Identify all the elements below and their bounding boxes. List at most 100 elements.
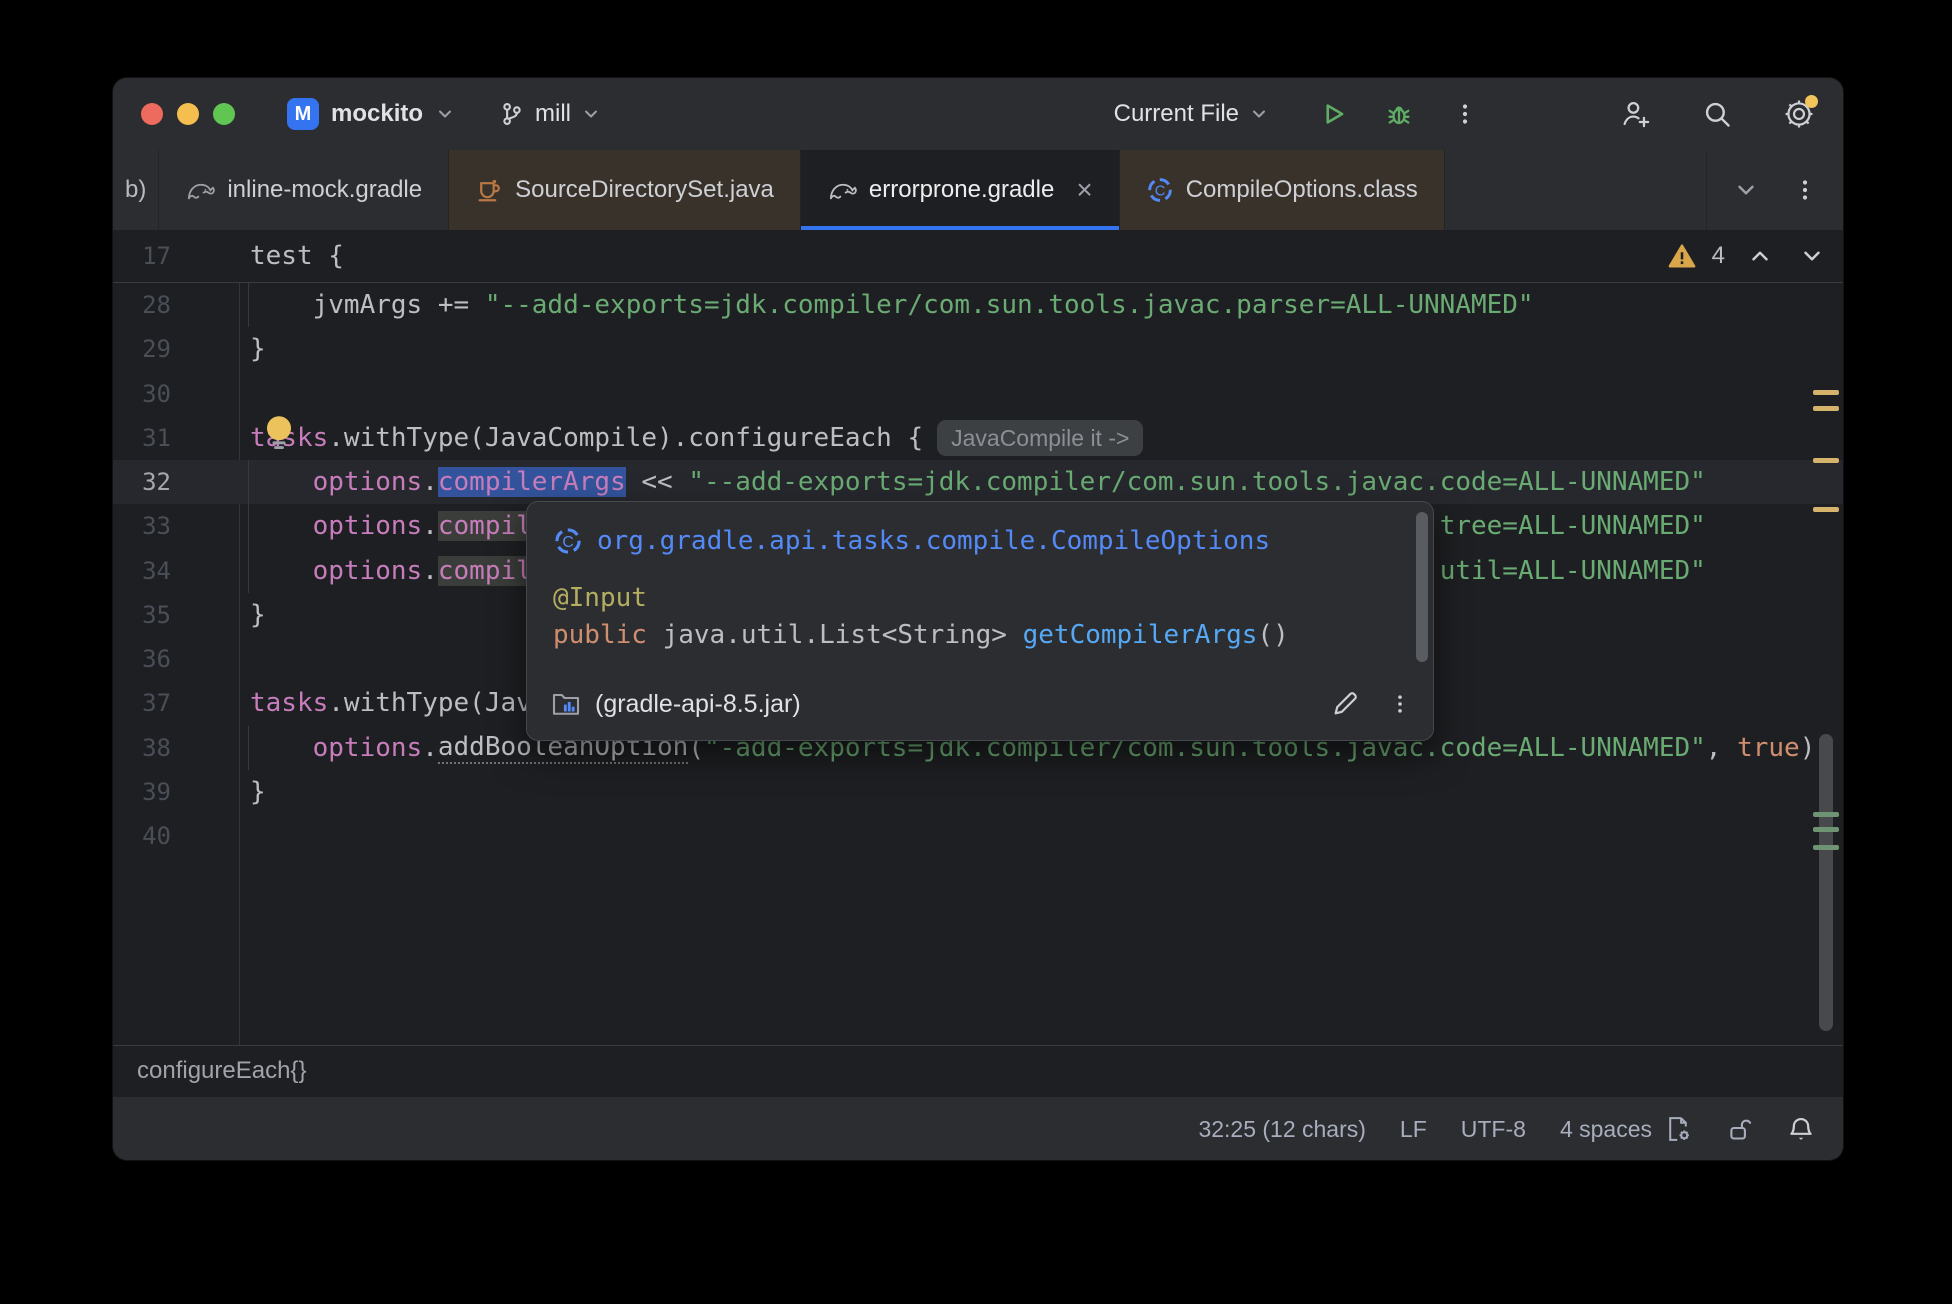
tab-sourcedirectoryset-java[interactable]: SourceDirectorySet.java <box>449 150 801 230</box>
line-number[interactable]: 40 <box>113 822 239 850</box>
warning-count: 4 <box>1712 242 1725 270</box>
close-window-button[interactable] <box>141 103 163 125</box>
git-branch-icon <box>499 101 525 127</box>
code-line[interactable]: 40 <box>113 814 1843 858</box>
code-text <box>239 372 250 416</box>
jar-source-label: (gradle-api-8.5.jar) <box>595 690 801 719</box>
settings-button[interactable] <box>1779 94 1819 134</box>
next-problem-chevron-down-icon[interactable] <box>1799 243 1825 269</box>
code-segment: compilerArgs <box>438 467 626 497</box>
tab-label: SourceDirectorySet.java <box>515 176 774 204</box>
minimize-window-button[interactable] <box>177 103 199 125</box>
project-widget[interactable]: M mockito <box>287 98 455 130</box>
code-with-me-button[interactable] <box>1615 94 1655 134</box>
tab-compileoptions-class[interactable]: C CompileOptions.class <box>1120 150 1445 230</box>
more-actions-button[interactable] <box>1445 94 1485 134</box>
caret-position[interactable]: 32:25 (12 chars) <box>1198 1116 1365 1143</box>
close-tab-icon[interactable]: × <box>1076 180 1092 200</box>
titlebar-right: Current File <box>1114 94 1819 134</box>
class-fqn[interactable]: org.gradle.api.tasks.compile.CompileOpti… <box>597 526 1270 556</box>
tab-label: inline-mock.gradle <box>227 176 422 204</box>
kebab-menu-icon <box>1453 102 1477 126</box>
code-line[interactable]: 39} <box>113 770 1843 814</box>
tab-errorprone-gradle[interactable]: errorprone.gradle × <box>801 150 1120 230</box>
popup-scrollbar[interactable] <box>1416 512 1428 662</box>
code-text: options.compilerArgs << "--add-exports=j… <box>239 460 1706 504</box>
line-number[interactable]: 17 <box>113 242 239 270</box>
intention-lightbulb-icon[interactable] <box>263 414 295 452</box>
change-stripe-mark[interactable] <box>1813 845 1839 850</box>
file-encoding[interactable]: UTF-8 <box>1461 1116 1526 1143</box>
chevron-down-icon <box>581 104 601 124</box>
sticky-code-line[interactable]: 17test { <box>113 230 1843 282</box>
bug-icon <box>1385 100 1413 128</box>
line-number[interactable]: 37 <box>113 689 239 717</box>
run-button[interactable] <box>1313 94 1353 134</box>
code-segment: options <box>313 467 423 497</box>
popup-kebab-menu-icon[interactable] <box>1389 693 1411 715</box>
run-configuration-selector[interactable]: Current File <box>1114 100 1269 128</box>
breadcrumb[interactable]: configureEach{} <box>137 1057 306 1085</box>
tab-truncated[interactable]: b) <box>113 150 159 230</box>
line-separator[interactable]: LF <box>1400 1116 1427 1143</box>
sticky-line[interactable]: 17test { 4 <box>113 230 1843 283</box>
tab-options-kebab-icon[interactable] <box>1793 178 1817 202</box>
code-segment: true <box>1737 733 1800 763</box>
code-line[interactable]: 29} <box>113 327 1843 371</box>
code-line[interactable]: 30 <box>113 372 1843 416</box>
line-number[interactable]: 39 <box>113 778 239 806</box>
lock-open-icon[interactable] <box>1726 1116 1753 1143</box>
tab-label: CompileOptions.class <box>1186 176 1418 204</box>
indent-style[interactable]: 4 spaces <box>1560 1116 1652 1143</box>
popup-footer: (gradle-api-8.5.jar) <box>551 678 1411 730</box>
line-number[interactable]: 34 <box>113 557 239 585</box>
project-name: mockito <box>331 100 423 128</box>
code-segment: .withType(JavaCompile).configureEach { <box>328 423 923 453</box>
warning-stripe-mark[interactable] <box>1813 458 1839 463</box>
line-number[interactable]: 31 <box>113 424 239 452</box>
line-number[interactable]: 28 <box>113 291 239 319</box>
inspections-widget[interactable]: 4 <box>1668 230 1825 282</box>
search-everywhere-button[interactable] <box>1697 94 1737 134</box>
code-segment: , <box>1706 733 1737 763</box>
previous-problem-chevron-up-icon[interactable] <box>1747 243 1773 269</box>
class-icon: C <box>1146 176 1174 204</box>
line-number[interactable]: 35 <box>113 601 239 629</box>
warning-stripe-mark[interactable] <box>1813 507 1839 512</box>
java-icon <box>475 176 503 204</box>
code-line[interactable]: 32 options.compilerArgs << "--add-export… <box>113 460 1843 504</box>
code-segment <box>250 556 313 586</box>
method-signature: public java.util.List<String> getCompile… <box>553 616 1405 654</box>
line-number[interactable]: 36 <box>113 645 239 673</box>
zoom-window-button[interactable] <box>213 103 235 125</box>
line-number[interactable]: 30 <box>113 380 239 408</box>
line-number[interactable]: 33 <box>113 512 239 540</box>
change-stripe-mark[interactable] <box>1813 827 1839 832</box>
ide-window: M mockito mill Current File <box>113 78 1843 1160</box>
jar-folder-icon <box>551 690 581 718</box>
tab-list-chevron-icon[interactable] <box>1733 177 1759 203</box>
code-style-file-gear-icon[interactable] <box>1664 1115 1692 1143</box>
svg-text:C: C <box>562 534 573 551</box>
line-number[interactable]: 29 <box>113 335 239 363</box>
code-segment: . <box>422 733 438 763</box>
debug-button[interactable] <box>1379 94 1419 134</box>
code-line[interactable]: 28 jvmArgs += "--add-exports=jdk.compile… <box>113 283 1843 327</box>
line-number[interactable]: 32 <box>113 468 239 496</box>
editor-scrollbar-thumb[interactable] <box>1819 734 1833 1031</box>
warning-stripe-mark[interactable] <box>1813 390 1839 395</box>
change-stripe-mark[interactable] <box>1813 812 1839 817</box>
line-number[interactable]: 38 <box>113 734 239 762</box>
status-bar: 32:25 (12 chars) LF UTF-8 4 spaces <box>113 1096 1843 1160</box>
code-text: jvmArgs += "--add-exports=jdk.compiler/c… <box>239 283 1534 327</box>
warning-stripe-mark[interactable] <box>1813 406 1839 411</box>
tab-bar-actions <box>1706 150 1843 230</box>
notifications-bell-icon[interactable] <box>1787 1115 1815 1143</box>
code-line[interactable]: 31tasks.withType(JavaCompile).configureE… <box>113 416 1843 460</box>
method-name[interactable]: getCompilerArgs <box>1023 620 1258 650</box>
edit-pencil-icon[interactable] <box>1331 690 1359 718</box>
vcs-branch-widget[interactable]: mill <box>499 100 601 128</box>
tab-inline-mock-gradle[interactable]: inline-mock.gradle <box>159 150 449 230</box>
inlay-hint[interactable]: JavaCompile it -> <box>937 420 1143 456</box>
warning-icon <box>1668 243 1696 269</box>
